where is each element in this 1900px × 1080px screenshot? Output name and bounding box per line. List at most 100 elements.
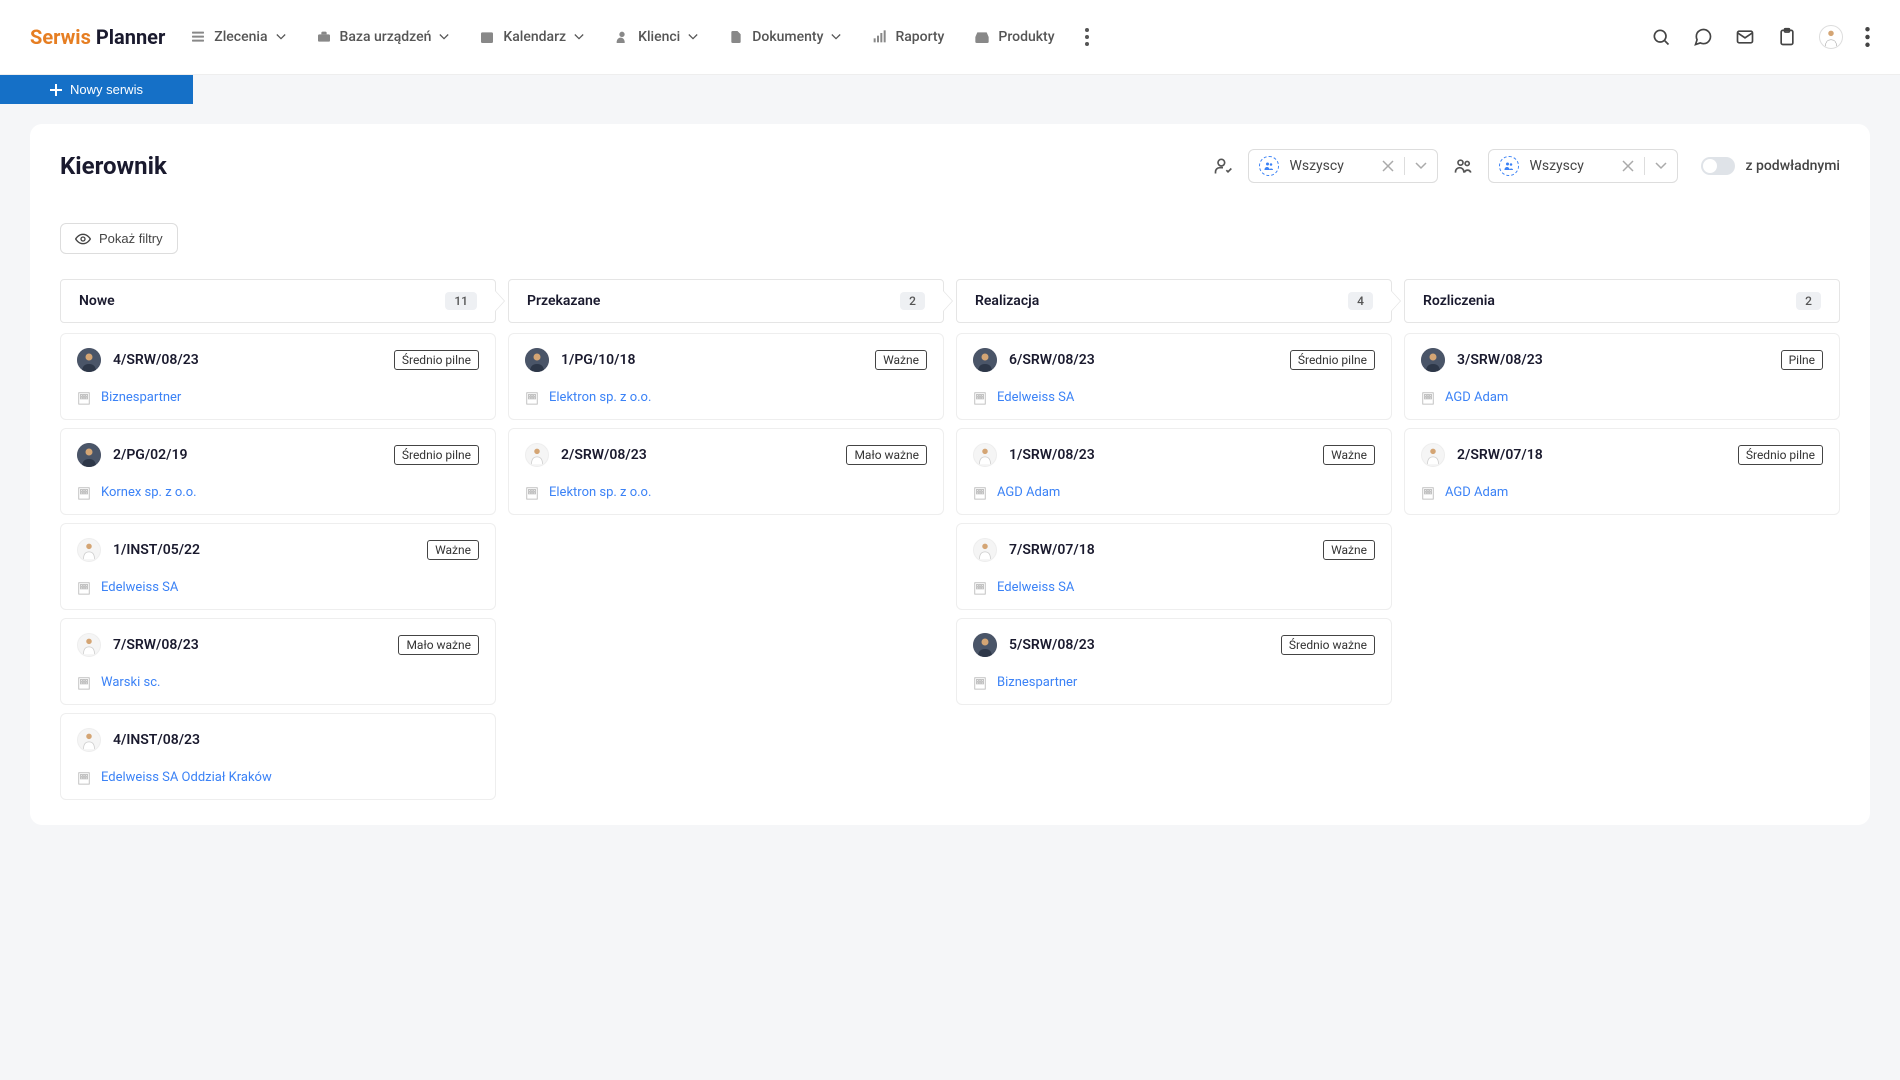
assignee-avatar bbox=[1421, 348, 1445, 372]
nav-item-produkty[interactable]: Produkty bbox=[974, 28, 1054, 46]
kanban-column-nowe: Nowe114/SRW/08/23Średnio pilneBiznespart… bbox=[60, 279, 496, 800]
nav-more[interactable] bbox=[1085, 28, 1089, 46]
client-name[interactable]: AGD Adam bbox=[1445, 390, 1508, 405]
client-name[interactable]: AGD Adam bbox=[1445, 485, 1508, 500]
client-name[interactable]: Edelweiss SA bbox=[997, 390, 1074, 405]
card-head: 1/PG/10/18Ważne bbox=[525, 348, 927, 372]
kanban-column-rozliczenia: Rozliczenia23/SRW/08/23PilneAGD Adam2/SR… bbox=[1404, 279, 1840, 800]
kanban-card[interactable]: 4/INST/08/23 Edelweiss SA Oddział Kraków bbox=[60, 713, 496, 800]
cards-list: 3/SRW/08/23PilneAGD Adam2/SRW/07/18Średn… bbox=[1404, 333, 1840, 515]
logo[interactable]: Serwis Planner bbox=[30, 25, 165, 49]
building-icon bbox=[77, 771, 91, 785]
kanban-card[interactable]: 1/SRW/08/23WażneAGD Adam bbox=[956, 428, 1392, 515]
card-client: Kornex sp. z o.o. bbox=[77, 485, 479, 500]
kanban-card[interactable]: 5/SRW/08/23 Średnio ważne Biznespartner bbox=[956, 618, 1392, 705]
client-name[interactable]: Biznespartner bbox=[101, 390, 181, 405]
filter-label: Pokaż filtry bbox=[99, 231, 163, 246]
chevron-down-icon bbox=[1655, 160, 1667, 172]
header: Serwis Planner Zlecenia Baza urządzeń Kale… bbox=[0, 0, 1900, 75]
people-icon bbox=[1259, 156, 1279, 176]
column-header: Rozliczenia2 bbox=[1404, 279, 1840, 323]
mail-icon[interactable] bbox=[1735, 27, 1755, 47]
chat-icon[interactable] bbox=[1693, 27, 1713, 47]
kanban-card[interactable]: 7/SRW/07/18WażneEdelweiss SA bbox=[956, 523, 1392, 610]
client-name[interactable]: Warski sc. bbox=[101, 675, 160, 690]
card-id: 4/INST/08/23 bbox=[113, 732, 479, 748]
show-filters-button[interactable]: Pokaż filtry bbox=[60, 223, 178, 254]
kanban-card[interactable]: 4/SRW/08/23Średnio pilne Biznespartner bbox=[60, 333, 496, 420]
column-count: 4 bbox=[1348, 292, 1373, 310]
nav-item-raporty[interactable]: Raporty bbox=[871, 28, 944, 46]
nav-item-baza-urządzeń[interactable]: Baza urządzeń bbox=[316, 28, 450, 46]
assignee-avatar bbox=[1421, 443, 1445, 467]
client-name[interactable]: Elektron sp. z o.o. bbox=[549, 485, 651, 500]
building-icon bbox=[77, 676, 91, 690]
client-name[interactable]: AGD Adam bbox=[997, 485, 1060, 500]
cards-list: 4/SRW/08/23Średnio pilneBiznespartner2/P… bbox=[60, 333, 496, 800]
card-id: 5/SRW/08/23 bbox=[1009, 637, 1269, 653]
column-title: Realizacja bbox=[975, 293, 1039, 309]
new-service-bar: Nowy serwis bbox=[0, 75, 1900, 104]
divider bbox=[1644, 157, 1645, 175]
clear-icon[interactable] bbox=[1622, 160, 1634, 172]
main-panel: Kierownik Wszyscy Wszyscy z podwładnymi … bbox=[30, 124, 1870, 825]
building-icon bbox=[973, 581, 987, 595]
card-id: 2/SRW/07/18 bbox=[1457, 447, 1726, 463]
priority-tag: Ważne bbox=[427, 540, 479, 560]
people-icon bbox=[1499, 156, 1519, 176]
card-client: Biznespartner bbox=[973, 675, 1375, 690]
chevron-down-icon bbox=[831, 32, 841, 42]
client-name[interactable]: Edelweiss SA bbox=[101, 580, 178, 595]
card-head: 4/SRW/08/23Średnio pilne bbox=[77, 348, 479, 372]
toolbox-icon bbox=[316, 29, 332, 45]
nav-item-klienci[interactable]: Klienci bbox=[614, 28, 698, 46]
card-head: 6/SRW/08/23Średnio pilne bbox=[973, 348, 1375, 372]
kanban-card[interactable]: 3/SRW/08/23PilneAGD Adam bbox=[1404, 333, 1840, 420]
clipboard-icon[interactable] bbox=[1777, 27, 1797, 47]
card-client: Elektron sp. z o.o. bbox=[525, 485, 927, 500]
assignee-avatar bbox=[973, 633, 997, 657]
select-label: Wszyscy bbox=[1289, 158, 1372, 174]
card-id: 4/SRW/08/23 bbox=[113, 352, 382, 368]
manager-select-2[interactable]: Wszyscy bbox=[1488, 149, 1678, 183]
kanban-card[interactable]: 6/SRW/08/23Średnio pilne Edelweiss SA bbox=[956, 333, 1392, 420]
client-name[interactable]: Edelweiss SA Oddział Kraków bbox=[101, 770, 272, 785]
priority-tag: Średnio pilne bbox=[394, 445, 479, 465]
user-avatar[interactable] bbox=[1819, 25, 1843, 49]
building-icon bbox=[973, 676, 987, 690]
client-name[interactable]: Elektron sp. z o.o. bbox=[549, 390, 651, 405]
chevron-down-icon bbox=[439, 32, 449, 42]
more-icon[interactable] bbox=[1865, 27, 1870, 47]
kanban-card[interactable]: 1/PG/10/18Ważne Elektron sp. z o.o. bbox=[508, 333, 944, 420]
nav-label: Raporty bbox=[895, 29, 944, 45]
kanban-card[interactable]: 2/PG/02/19Średnio pilneKornex sp. z o.o. bbox=[60, 428, 496, 515]
building-icon bbox=[1421, 391, 1435, 405]
nav-label: Kalendarz bbox=[503, 29, 566, 45]
new-service-button[interactable]: Nowy serwis bbox=[0, 75, 193, 104]
client-name[interactable]: Edelweiss SA bbox=[997, 580, 1074, 595]
assignee-avatar bbox=[77, 443, 101, 467]
nav-item-kalendarz[interactable]: Kalendarz bbox=[479, 28, 584, 46]
card-client: AGD Adam bbox=[973, 485, 1375, 500]
column-header: Realizacja 4 bbox=[956, 279, 1392, 323]
search-icon[interactable] bbox=[1651, 27, 1671, 47]
client-name[interactable]: Biznespartner bbox=[997, 675, 1077, 690]
kanban-card[interactable]: 1/INST/05/22WażneEdelweiss SA bbox=[60, 523, 496, 610]
manager-select-1[interactable]: Wszyscy bbox=[1248, 149, 1438, 183]
kanban-card[interactable]: 7/SRW/08/23Mało ważneWarski sc. bbox=[60, 618, 496, 705]
inbox-icon bbox=[974, 29, 990, 45]
kanban-card[interactable]: 2/SRW/07/18Średnio pilneAGD Adam bbox=[1404, 428, 1840, 515]
building-icon bbox=[525, 486, 539, 500]
kanban-card[interactable]: 2/SRW/08/23Mało ważneElektron sp. z o.o. bbox=[508, 428, 944, 515]
nav-item-dokumenty[interactable]: Dokumenty bbox=[728, 28, 841, 46]
priority-tag: Mało ważne bbox=[398, 635, 479, 655]
subordinates-toggle[interactable] bbox=[1701, 157, 1735, 175]
building-icon bbox=[77, 391, 91, 405]
clear-icon[interactable] bbox=[1382, 160, 1394, 172]
priority-tag: Średnio ważne bbox=[1281, 635, 1375, 655]
building-icon bbox=[973, 391, 987, 405]
card-client: Edelweiss SA Oddział Kraków bbox=[77, 770, 479, 785]
nav-label: Zlecenia bbox=[214, 29, 267, 45]
nav-item-zlecenia[interactable]: Zlecenia bbox=[190, 28, 285, 46]
client-name[interactable]: Kornex sp. z o.o. bbox=[101, 485, 197, 500]
